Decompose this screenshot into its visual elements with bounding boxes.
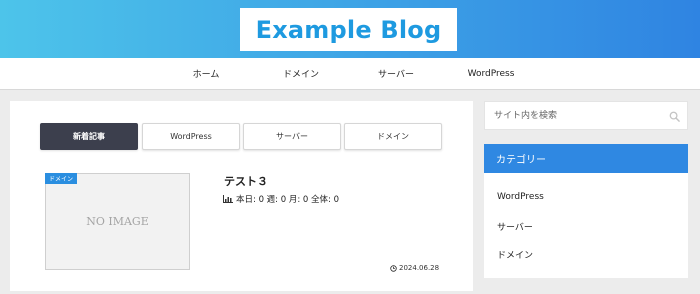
search-icon[interactable]: [669, 111, 680, 122]
post-date-text: 2024.06.28: [399, 264, 440, 272]
nav-item-wordpress[interactable]: WordPress: [446, 58, 536, 89]
category-badge: ドメイン: [45, 173, 78, 184]
search-input[interactable]: [485, 102, 687, 129]
category-link-wordpress[interactable]: WordPress: [497, 192, 544, 202]
nav-item-server[interactable]: サーバー: [351, 58, 441, 89]
no-image-placeholder: NO IMAGE: [86, 215, 149, 228]
post-date: 2024.06.28: [390, 264, 439, 272]
post-view-stats: 本日: 0 週: 0 月: 0 全体: 0: [223, 193, 339, 205]
nav-item-home[interactable]: ホーム: [161, 58, 251, 89]
search-box: [484, 101, 688, 130]
main-content: 新着記事 WordPress サーバー ドメイン NO IMAGE ドメイン テ…: [10, 101, 473, 291]
tab-wordpress[interactable]: WordPress: [142, 123, 240, 150]
post-title[interactable]: テスト３: [224, 173, 268, 189]
tab-domain[interactable]: ドメイン: [344, 123, 442, 150]
category-widget: カテゴリー WordPress サーバー ドメイン: [484, 144, 688, 278]
category-link-server[interactable]: サーバー: [497, 220, 533, 233]
bar-chart-icon: [223, 195, 233, 203]
site-header: Example Blog: [0, 0, 700, 58]
clock-icon: [390, 264, 397, 272]
tab-new-posts[interactable]: 新着記事: [40, 123, 138, 150]
nav-item-domain[interactable]: ドメイン: [256, 58, 346, 89]
tab-server[interactable]: サーバー: [243, 123, 341, 150]
global-nav: ホーム ドメイン サーバー WordPress: [0, 58, 700, 90]
category-widget-title: カテゴリー: [484, 144, 688, 173]
post-thumbnail[interactable]: NO IMAGE ドメイン: [45, 173, 190, 270]
site-logo-text[interactable]: Example Blog: [256, 16, 442, 44]
post-stats-text: 本日: 0 週: 0 月: 0 全体: 0: [236, 195, 340, 205]
category-link-domain[interactable]: ドメイン: [497, 248, 533, 261]
site-logo[interactable]: Example Blog: [240, 8, 457, 51]
